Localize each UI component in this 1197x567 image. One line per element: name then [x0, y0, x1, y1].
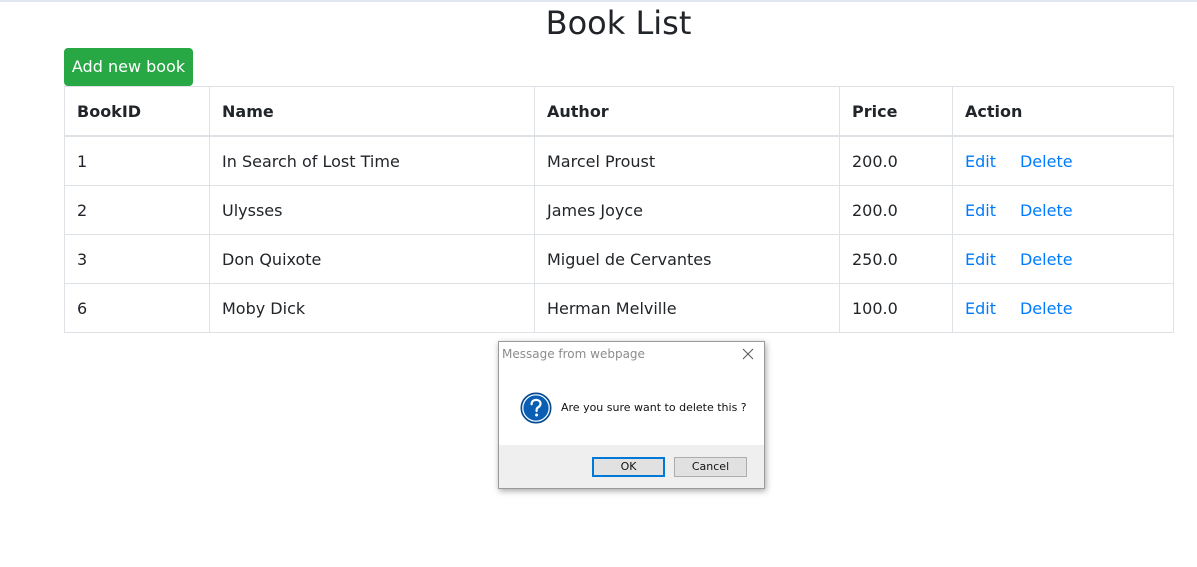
table-row: 1 In Search of Lost Time Marcel Proust 2… [64, 135, 1174, 186]
cell-author: Herman Melville [534, 283, 840, 333]
table-row: 6 Moby Dick Herman Melville 100.0 Edit De… [64, 283, 1174, 333]
header-action: Action [952, 86, 1174, 137]
cell-bookid: 3 [64, 234, 210, 284]
cell-author: James Joyce [534, 185, 840, 235]
delete-link[interactable]: Delete [1020, 299, 1073, 318]
delete-link[interactable]: Delete [1020, 201, 1073, 220]
cell-name: In Search of Lost Time [209, 135, 535, 186]
cell-bookid: 2 [64, 185, 210, 235]
cell-bookid: 1 [64, 135, 210, 186]
cell-bookid: 6 [64, 283, 210, 333]
page-title: Book List [545, 4, 692, 42]
dialog-footer: OK Cancel [499, 445, 764, 488]
confirm-dialog: Message from webpage Are you sure want t… [498, 341, 765, 489]
edit-link[interactable]: Edit [965, 299, 996, 318]
header-bookid: BookID [64, 86, 210, 137]
header-name: Name [209, 86, 535, 137]
close-icon[interactable] [740, 346, 756, 362]
table-row: 3 Don Quixote Miguel de Cervantes 250.0 … [64, 234, 1174, 284]
cell-price: 200.0 [839, 185, 953, 235]
cell-author: Marcel Proust [534, 135, 840, 186]
cell-name: Moby Dick [209, 283, 535, 333]
cell-name: Ulysses [209, 185, 535, 235]
page: Book List Add new book BookID Name Autho… [0, 0, 1197, 567]
question-icon [520, 392, 552, 424]
cell-price: 100.0 [839, 283, 953, 333]
edit-link[interactable]: Edit [965, 201, 996, 220]
header-author: Author [534, 86, 840, 137]
table-row: 2 Ulysses James Joyce 200.0 Edit Delete [64, 185, 1174, 235]
cell-price: 250.0 [839, 234, 953, 284]
cell-name: Don Quixote [209, 234, 535, 284]
cell-action: Edit Delete [952, 234, 1174, 284]
dialog-title: Message from webpage [502, 347, 645, 361]
table-header-row: BookID Name Author Price Action [64, 86, 1174, 137]
dialog-message: Are you sure want to delete this ? [561, 401, 747, 414]
header-price: Price [839, 86, 953, 137]
delete-link[interactable]: Delete [1020, 250, 1073, 269]
cell-action: Edit Delete [952, 185, 1174, 235]
book-table: BookID Name Author Price Action 1 In Sea… [64, 86, 1174, 333]
edit-link[interactable]: Edit [965, 250, 996, 269]
cancel-button[interactable]: Cancel [674, 457, 747, 477]
cell-action: Edit Delete [952, 135, 1174, 186]
add-new-book-button[interactable]: Add new book [64, 48, 193, 86]
cell-author: Miguel de Cervantes [534, 234, 840, 284]
ok-button[interactable]: OK [592, 457, 665, 477]
cell-action: Edit Delete [952, 283, 1174, 333]
edit-link[interactable]: Edit [965, 152, 996, 171]
cell-price: 200.0 [839, 135, 953, 186]
delete-link[interactable]: Delete [1020, 152, 1073, 171]
